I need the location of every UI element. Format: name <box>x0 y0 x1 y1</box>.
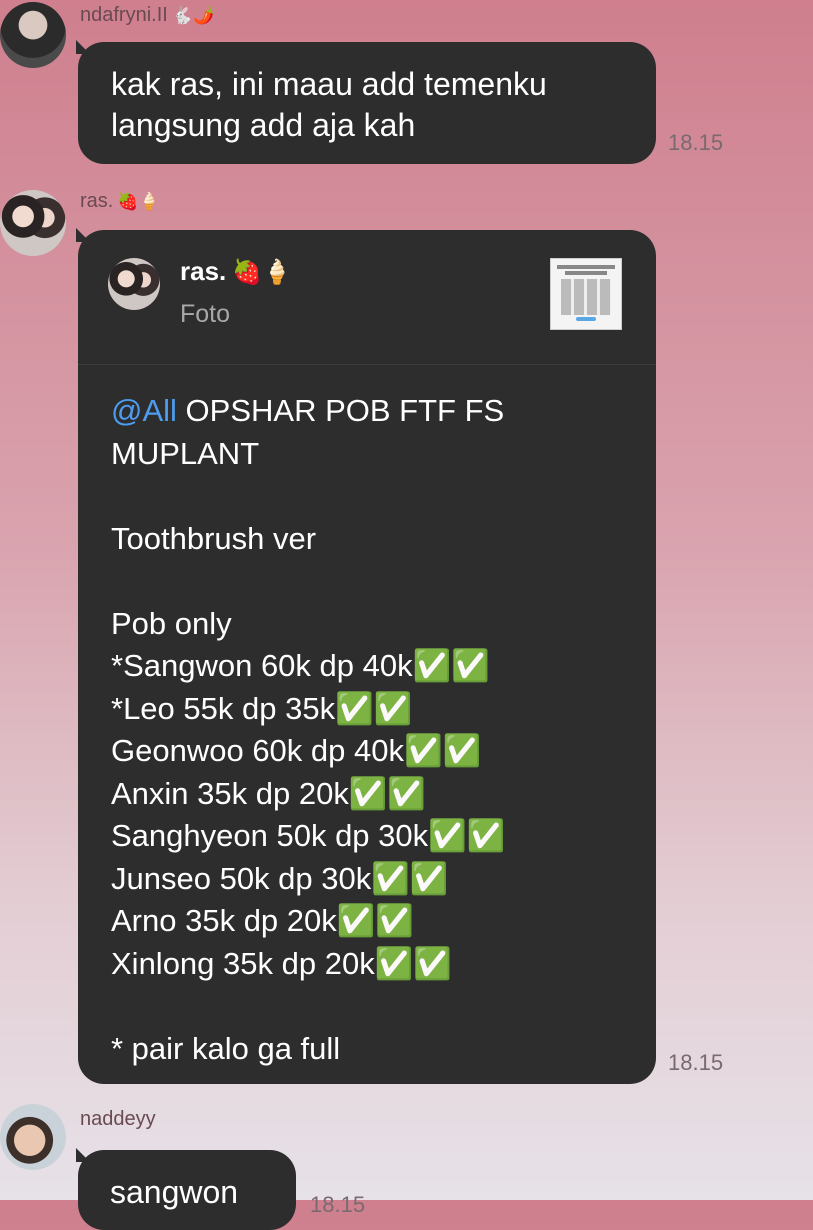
message-text: sangwon <box>110 1174 239 1210</box>
sender-name-text: ndafryni.II <box>80 4 168 26</box>
thumbnail-header <box>557 265 615 269</box>
mention-all[interactable]: @All <box>111 393 177 428</box>
message-bubble[interactable]: ras. 🍓🍦 Foto @All OPSHAR POB FTF FS MUPLA… <box>76 228 656 1084</box>
message-line: langsung add aja kah <box>111 107 416 143</box>
sender-emoji: 🐇🌶️ <box>171 6 215 25</box>
sender-emoji: 🍓🍦 <box>117 192 160 211</box>
reply-preview[interactable]: ras. 🍓🍦 Foto <box>78 230 656 365</box>
message-text: @All OPSHAR POB FTF FS MUPLANT Toothbrus… <box>111 390 505 1070</box>
message-first-line: OPSHAR POB FTF FS <box>176 393 505 428</box>
reply-sender-text: ras. <box>180 256 227 286</box>
reply-sender-emoji: 🍓🍦 <box>232 259 293 286</box>
message-body: MUPLANT Toothbrush ver Pob only *Sangwon… <box>111 435 506 1066</box>
reply-subtitle: Foto <box>180 300 231 328</box>
message-bubble[interactable]: sangwon <box>76 1148 296 1230</box>
thumbnail-grid <box>561 279 611 315</box>
thumbnail-button <box>576 317 596 321</box>
avatar[interactable] <box>0 2 66 68</box>
message-timestamp: 18.15 <box>668 1050 724 1075</box>
message-timestamp: 18.15 <box>310 1192 366 1217</box>
message-bubble[interactable]: kak ras, ini maau add temenku langsung a… <box>76 40 656 164</box>
avatar[interactable] <box>0 190 66 256</box>
sender-name-text: ras. <box>80 190 114 212</box>
avatar[interactable] <box>0 1104 66 1170</box>
message-text: kak ras, ini maau add temenku langsung a… <box>111 64 547 146</box>
sender-name: naddeyy <box>80 1108 156 1131</box>
reply-sender: ras. 🍓🍦 <box>180 256 292 287</box>
sender-name: ras. 🍓🍦 <box>80 190 160 213</box>
message-timestamp: 18.15 <box>668 130 724 155</box>
message-line: kak ras, ini maau add temenku <box>111 66 547 102</box>
sender-name-text: naddeyy <box>80 1108 156 1130</box>
thumbnail-title <box>565 271 607 275</box>
sender-name: ndafryni.II 🐇🌶️ <box>80 4 214 27</box>
reply-avatar <box>108 258 160 310</box>
photo-thumbnail[interactable] <box>550 258 622 330</box>
